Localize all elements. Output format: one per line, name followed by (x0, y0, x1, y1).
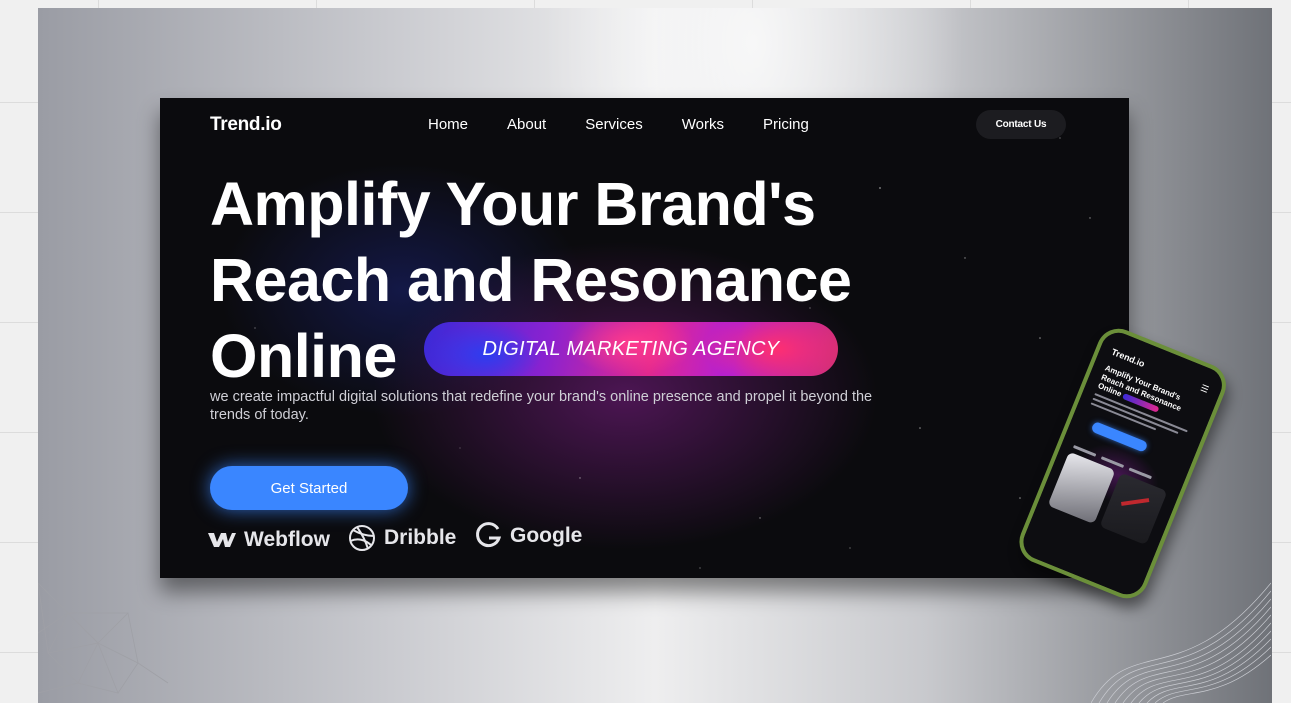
nav-services[interactable]: Services (585, 116, 643, 133)
nav-home[interactable]: Home (428, 116, 468, 133)
partner-google: Google (474, 521, 582, 551)
partner-dribbble: Dribble (348, 524, 456, 552)
dribbble-icon (349, 525, 375, 551)
contact-us-button[interactable]: Contact Us (976, 110, 1066, 139)
nav-works[interactable]: Works (682, 116, 724, 133)
nav-pricing[interactable]: Pricing (763, 116, 809, 133)
phone-screen: Trend.io ☰ Amplify Your Brand's Reach an… (1018, 327, 1228, 600)
main-nav: Home About Services Works Pricing (428, 116, 848, 133)
hamburger-icon: ☰ (1198, 382, 1211, 395)
partner-logos: Webflow Dribble Google (208, 521, 628, 556)
site-logo[interactable]: Trend.io (210, 114, 282, 136)
hero-title-line-2: Reach and Resonance (210, 246, 852, 314)
partner-webflow: Webflow (208, 528, 330, 552)
google-icon (476, 522, 502, 548)
nav-about[interactable]: About (507, 116, 546, 133)
desktop-screen: Trend.io Home About Services Works Prici… (160, 98, 1129, 578)
agency-badge-label: DIGITAL MARKETING AGENCY (482, 337, 780, 360)
webflow-icon (208, 533, 236, 547)
partner-google-label: Google (510, 524, 583, 547)
mesh-decoration (38, 582, 169, 694)
get-started-button[interactable]: Get Started (210, 466, 408, 510)
hero-title-line-1: Amplify Your Brand's (210, 170, 816, 238)
hero-subtitle: we create impactful digital solutions th… (210, 389, 873, 423)
partner-dribbble-label: Dribble (384, 526, 457, 549)
phone-site-logo: Trend.io (1110, 346, 1147, 370)
partner-webflow-label: Webflow (244, 528, 330, 551)
agency-badge: DIGITAL MARKETING AGENCY (424, 322, 838, 376)
